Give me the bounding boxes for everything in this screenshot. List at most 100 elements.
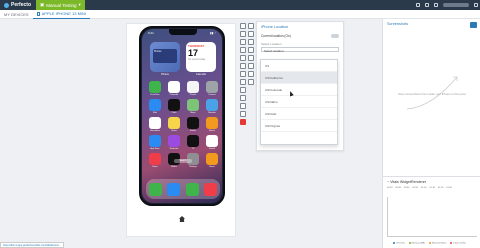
location-icon[interactable] [248,23,254,29]
app-label: Mail [153,112,157,114]
app-icon[interactable]: Stocks [186,117,200,132]
location-select[interactable]: Select location [261,47,339,53]
wifi-icon[interactable] [248,55,254,61]
legend-item[interactable]: Network (Kb/s) [428,242,446,245]
location-panel-title: iPhone Location [261,25,289,29]
search-pill[interactable]: Search [174,159,192,163]
legend-item[interactable]: Power (mW) [450,242,466,245]
audio-icon[interactable] [248,39,254,45]
app-icon[interactable]: News [148,153,162,168]
vitals-collapse-icon[interactable]: − [387,180,389,184]
app-icon[interactable]: Books [205,117,219,132]
phone-screen[interactable]: 9:41 ▮▮ ◔ Photos THURSDAY 17 No events t… [142,29,222,203]
home-button[interactable] [176,214,188,224]
app-icon-graphic [168,99,180,111]
manual-testing-label: Manual Testing [46,2,77,8]
app-icon[interactable]: Camera [205,81,219,96]
app-icon[interactable]: TV [186,135,200,150]
app-label: Health [208,148,215,150]
location-option[interactable]: US [261,60,337,72]
app-icon[interactable]: Weather [205,99,219,114]
app-icon[interactable]: App Store [148,135,162,150]
app-icon-graphic [206,135,218,147]
time-tick-label: 01:30 [446,187,452,189]
app-icon[interactable]: Reminders [148,117,162,132]
location-option[interactable]: US/Utah [261,108,337,120]
tab-my-devices[interactable]: MY DEVICES [0,10,33,19]
app-icon[interactable]: Photos [186,81,200,96]
keyboard-icon[interactable] [240,39,246,45]
app-icon[interactable]: FaceTime [148,81,162,96]
network-icon[interactable] [240,87,246,93]
tab-device[interactable]: APPLE IPHONE 13 MINI [32,10,91,19]
app-icon-graphic [168,117,180,129]
text-icon[interactable] [240,71,246,77]
grid-icon[interactable] [425,3,429,7]
volume-icon[interactable] [240,47,246,53]
help-icon[interactable] [474,3,478,7]
settings-icon[interactable] [240,103,246,109]
legend-item[interactable]: CPU (%) [393,242,405,245]
file-icon[interactable] [248,71,254,77]
photos-widget[interactable]: Photos [150,42,180,72]
app-icon[interactable]: Maps [186,99,200,114]
link-icon[interactable] [416,3,420,7]
calendar-widget[interactable]: THURSDAY 17 No events today [186,42,216,72]
camera-icon[interactable] [248,31,254,37]
install-icon[interactable] [248,63,254,69]
top-bar: Perfecto ▣ Manual Testing ▾ [0,0,480,10]
photos-widget-label: Photos [161,73,169,76]
vitals-legend: CPU (%) Memory (MB) Network (Kb/s) Power (m… [393,242,466,245]
time-tick-label: 01:10 [429,187,435,189]
legend-dot-icon [393,242,395,245]
vitals-panel: − Vitals WidgetRenderer 00:20 00:30 00:40 0… [383,176,480,248]
rotate-icon[interactable] [240,23,246,29]
manual-testing-tab[interactable]: ▣ Manual Testing ▾ [36,0,85,10]
tab-my-devices-label: MY DEVICES [4,11,29,17]
screenshot-add-button[interactable] [470,22,477,28]
location-option[interactable]: US/California [261,72,337,84]
app-icon[interactable]: Home [205,153,219,168]
location-option[interactable]: US/Idaho [261,96,337,108]
photos-widget-text: Photos [153,49,177,63]
dock-app-icon[interactable] [185,182,199,196]
info-icon[interactable] [240,111,246,117]
log-icon[interactable] [248,79,254,85]
phone-icon [36,11,40,16]
record-icon[interactable] [240,119,246,125]
location-toggle[interactable] [331,34,339,38]
app-label: Podcasts [169,148,179,150]
dock-app-icon[interactable] [167,182,181,196]
screenshots-title: Screenshots [387,22,409,26]
app-label: Camera [208,94,216,96]
user-menu[interactable] [443,3,469,7]
battery-icon[interactable] [248,47,254,53]
location-option[interactable]: US/Colorado [261,84,337,96]
location-toggle-label: Current location (On) [261,34,291,38]
device-card: 9:41 ▮▮ ◔ Photos THURSDAY 17 No events t… [126,23,236,237]
app-icon[interactable]: Health [205,135,219,150]
location-option[interactable]: US/Virginia [261,120,337,132]
gesture-icon[interactable] [240,63,246,69]
inspect-icon[interactable] [240,95,246,101]
screenshot-icon[interactable] [240,31,246,37]
bell-icon[interactable] [434,3,438,7]
app-icon[interactable]: Clock [167,99,181,114]
phone-frame[interactable]: 9:41 ▮▮ ◔ Photos THURSDAY 17 No events t… [139,26,225,206]
screenshots-panel: Screenshots Save screenshots from inside… [382,19,480,248]
app-icon[interactable]: Calendar [167,81,181,96]
app-icon[interactable]: Notes [167,117,181,132]
legend-label: Power (mW) [453,243,466,245]
app-label: News [152,166,158,168]
lock-icon[interactable] [240,55,246,61]
dock-app-icon[interactable] [204,182,218,196]
app-label: Stocks [189,130,197,132]
sensor-icon[interactable] [240,79,246,85]
calendar-widget-label: Calendar [195,73,207,76]
legend-item[interactable]: Memory (MB) [408,242,425,245]
app-icon-graphic [149,153,161,165]
app-icon[interactable]: Podcasts [167,135,181,150]
dock-app-icon[interactable] [148,182,162,196]
app-icon[interactable]: Mail [148,99,162,114]
tab-device-label: APPLE IPHONE 13 MINI [41,11,87,16]
